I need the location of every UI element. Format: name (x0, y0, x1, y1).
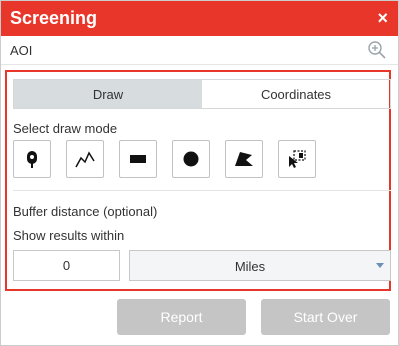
aoi-label: AOI (10, 43, 33, 58)
rectangle-tool-icon (130, 155, 146, 163)
rectangle-tool-button[interactable] (119, 140, 157, 178)
circle-tool-button[interactable] (172, 140, 210, 178)
point-tool-button[interactable] (13, 140, 51, 178)
show-results-within-label: Show results within (13, 228, 125, 243)
draw-tools (13, 140, 316, 178)
close-icon[interactable]: × (377, 7, 388, 29)
polygon-tool-icon (235, 152, 253, 166)
units-value: Miles (234, 259, 266, 274)
tab-draw[interactable]: Draw (14, 80, 202, 108)
chevron-down-icon (376, 263, 384, 268)
section-divider (13, 190, 391, 191)
units-select[interactable]: Miles (129, 250, 391, 281)
buffer-distance-label: Buffer distance (optional) (13, 204, 158, 219)
zoom-in-icon[interactable] (367, 40, 387, 60)
buffer-distance-input[interactable]: 0 (13, 250, 120, 281)
tab-coordinates[interactable]: Coordinates (202, 80, 390, 108)
panel-header: Screening × (1, 1, 398, 36)
select-feature-tool-icon (289, 150, 306, 168)
mode-tabs: Draw Coordinates (13, 79, 391, 109)
select-draw-mode-label: Select draw mode (13, 121, 118, 136)
point-tool-icon (27, 151, 37, 168)
start-over-button[interactable]: Start Over (261, 299, 390, 335)
polyline-tool-button[interactable] (66, 140, 104, 178)
select-feature-tool-button[interactable] (278, 140, 316, 178)
polyline-tool-icon (75, 151, 95, 168)
screening-panel: Screening × AOI Draw Coordinates Select … (0, 0, 399, 346)
report-button[interactable]: Report (117, 299, 246, 335)
aoi-row: AOI (1, 36, 398, 65)
circle-tool-icon (183, 151, 199, 167)
polygon-tool-button[interactable] (225, 140, 263, 178)
draw-section: Draw Coordinates Select draw mode Buffer… (5, 70, 391, 291)
panel-title: Screening (10, 8, 98, 28)
